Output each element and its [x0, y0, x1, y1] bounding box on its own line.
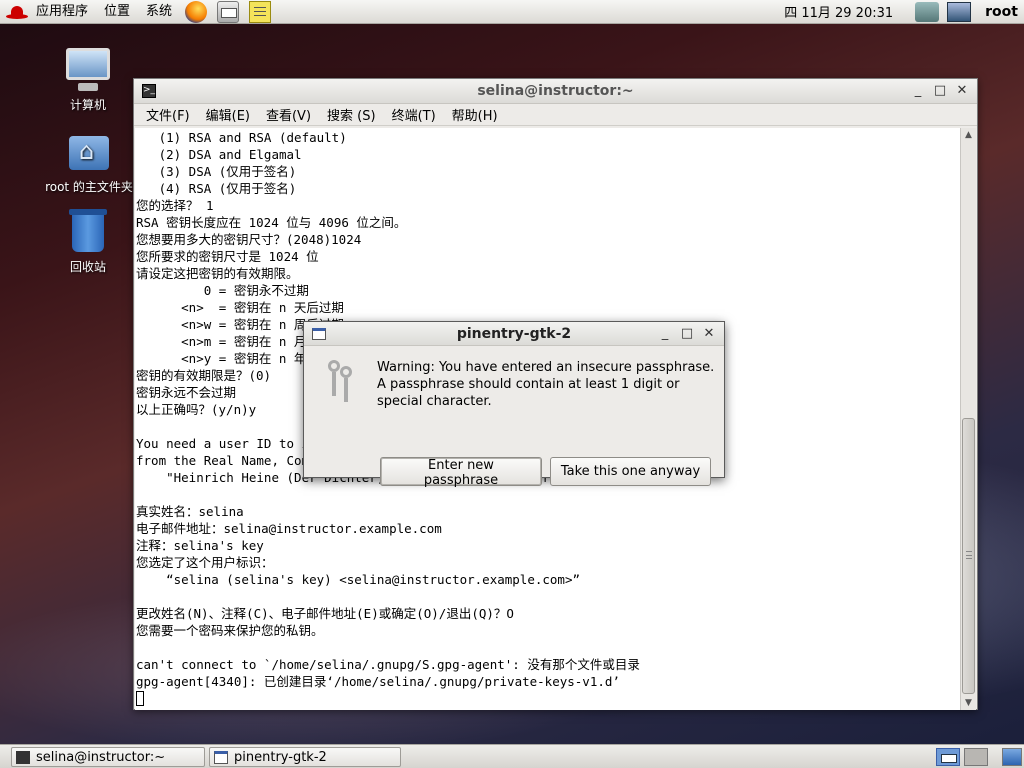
close-button[interactable]: ✕	[951, 81, 973, 101]
taskbar-label: pinentry-gtk-2	[234, 749, 327, 765]
terminal-cursor	[136, 691, 144, 706]
desktop-icon-computer[interactable]: 计算机	[38, 46, 138, 113]
clock[interactable]: 四 11月 29 20:31	[784, 2, 893, 21]
desktop-icon-label: 回收站	[69, 260, 106, 274]
minimize-button[interactable]: _	[654, 324, 676, 344]
terminal-line: gpg-agent[4340]: 已创建目录‘/home/selina/.gnu…	[136, 674, 620, 689]
menu-edit[interactable]: 编辑(E)	[198, 105, 258, 124]
window-icon	[214, 750, 228, 764]
desktop-icon-trash[interactable]: 回收站	[38, 208, 138, 275]
terminal-line: (2) DSA and Elgamal	[136, 147, 302, 162]
menu-file[interactable]: 文件(F)	[138, 105, 198, 124]
maximize-button[interactable]: □	[929, 81, 951, 101]
mail-icon[interactable]	[217, 0, 240, 23]
trash-icon	[64, 208, 112, 256]
desktop-icon-label: 计算机	[69, 98, 106, 112]
window-icon	[312, 327, 326, 340]
computer-icon	[64, 46, 112, 94]
dialog-message: Warning: You have entered an insecure pa…	[377, 360, 715, 409]
minimize-button[interactable]: _	[907, 81, 929, 101]
menu-search[interactable]: 搜索 (S)	[319, 105, 384, 124]
terminal-line: 您的选择？ 1	[136, 198, 214, 213]
terminal-line: <n> = 密钥在 n 天后过期	[136, 300, 344, 315]
terminal-line: 您需要一个密码来保护您的私钥。	[136, 623, 324, 638]
scroll-down-icon[interactable]: ▼	[961, 696, 976, 710]
terminal-line: RSA 密钥长度应在 1024 位与 4096 位之间。	[136, 215, 407, 230]
network-icon[interactable]	[915, 1, 940, 22]
dialog-titlebar[interactable]: pinentry-gtk-2 _ □ ✕	[304, 322, 724, 346]
close-button[interactable]: ✕	[698, 324, 720, 344]
taskbar-item-pinentry[interactable]: pinentry-gtk-2	[209, 747, 401, 767]
scrollbar-thumb[interactable]	[962, 418, 975, 694]
menu-help[interactable]: 帮助(H)	[444, 105, 506, 124]
terminal-scrollbar[interactable]: ▲ ▼	[960, 128, 976, 710]
menu-terminal[interactable]: 终端(T)	[384, 105, 444, 124]
desktop-icon-label: root 的主文件夹	[45, 180, 133, 194]
window-title: selina@instructor:~	[477, 83, 634, 99]
taskbar-item-terminal[interactable]: selina@instructor:~	[11, 747, 205, 767]
terminal-icon	[16, 750, 30, 764]
terminal-titlebar[interactable]: >_ selina@instructor:~ _ □ ✕	[134, 79, 977, 104]
terminal-icon: >_	[142, 84, 156, 98]
workspace-2[interactable]	[964, 748, 988, 766]
terminal-line: 注释：selina's key	[136, 538, 264, 553]
terminal-line: (4) RSA (仅用于签名)	[136, 181, 297, 196]
display-icon[interactable]	[947, 1, 972, 22]
desktop-icon-home[interactable]: root 的主文件夹	[38, 128, 140, 195]
enter-new-passphrase-button[interactable]: Enter new passphrase	[380, 457, 542, 488]
terminal-line: 电子邮件地址：selina@instructor.example.com	[136, 521, 442, 536]
terminal-line: (1) RSA and RSA (default)	[136, 130, 347, 145]
scroll-up-icon[interactable]: ▲	[961, 128, 976, 142]
menu-places[interactable]: 位置	[96, 0, 138, 24]
taskbar-label: selina@instructor:~	[36, 749, 166, 765]
home-folder-icon	[65, 128, 113, 176]
firefox-icon[interactable]	[185, 0, 208, 23]
top-panel: 应用程序 位置 系统 四 11月 29 20:31 root	[0, 0, 1024, 24]
notes-icon[interactable]	[249, 0, 272, 23]
menu-view[interactable]: 查看(V)	[258, 105, 319, 124]
terminal-line: 您所要求的密钥尺寸是 1024 位	[136, 249, 319, 264]
terminal-line: “selina (selina's key) <selina@instructo…	[136, 572, 581, 587]
menu-applications[interactable]: 应用程序	[28, 0, 96, 24]
terminal-line: 请设定这把密钥的有效期限。	[136, 266, 299, 281]
terminal-line: (3) DSA (仅用于签名)	[136, 164, 297, 179]
menu-system[interactable]: 系统	[138, 0, 180, 24]
terminal-line: 您选定了这个用户标识：	[136, 555, 274, 570]
pinentry-dialog[interactable]: pinentry-gtk-2 _ □ ✕ Warning: You have e…	[303, 321, 725, 488]
terminal-line: 您想要用多大的密钥尺寸？(2048)1024	[136, 232, 362, 247]
redhat-logo-icon[interactable]	[6, 3, 28, 21]
user-name[interactable]: root	[985, 4, 1018, 20]
keys-icon	[324, 360, 360, 404]
terminal-line: can't connect to `/home/selina/.gnupg/S.…	[136, 657, 640, 672]
terminal-line: 更改姓名(N)、注释(C)、电子邮件地址(E)或确定(O)/退出(Q)？O	[136, 606, 514, 621]
take-anyway-button[interactable]: Take this one anyway	[550, 457, 711, 486]
show-desktop-icon[interactable]	[1002, 748, 1022, 766]
workspace-1[interactable]	[936, 748, 960, 766]
terminal-line: 0 = 密钥永不过期	[136, 283, 309, 298]
terminal-menubar: 文件(F) 编辑(E) 查看(V) 搜索 (S) 终端(T) 帮助(H)	[134, 104, 977, 126]
bottom-panel: selina@instructor:~ pinentry-gtk-2	[0, 744, 1024, 768]
terminal-line: 真实姓名：selina	[136, 504, 244, 519]
maximize-button[interactable]: □	[676, 324, 698, 344]
